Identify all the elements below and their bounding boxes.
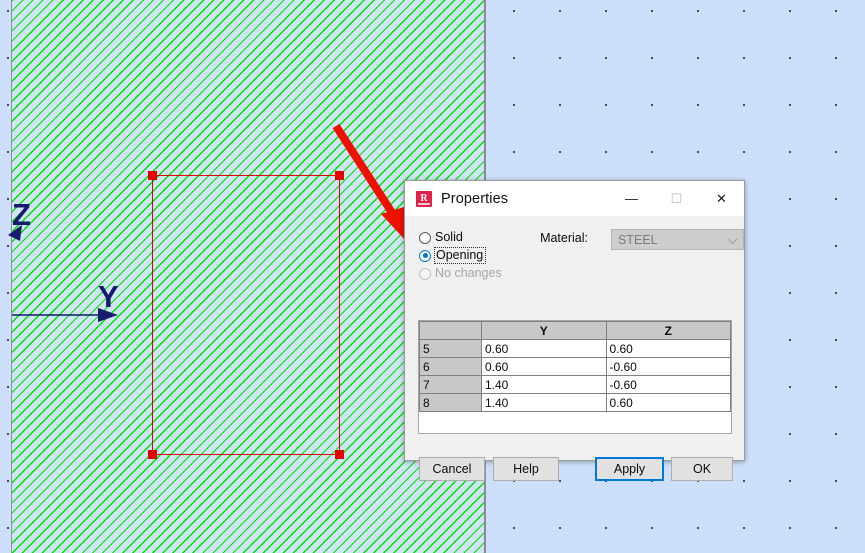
dialog-titlebar[interactable]: R Properties — ☐ ✕ bbox=[405, 181, 744, 217]
ok-button[interactable]: OK bbox=[671, 457, 733, 481]
robot-structural-analysis-icon: R bbox=[416, 190, 432, 207]
handle-top-left[interactable] bbox=[148, 171, 157, 180]
cell-z[interactable]: 0.60 bbox=[605, 339, 731, 358]
material-select: STEEL bbox=[611, 229, 744, 250]
axis-indicator: Z Y bbox=[8, 197, 119, 322]
dialog-body: Solid Opening No changes Material: STEEL bbox=[405, 217, 744, 481]
selected-panel-rectangle[interactable] bbox=[148, 171, 344, 459]
handle-bottom-left[interactable] bbox=[148, 450, 157, 459]
handle-bottom-right[interactable] bbox=[335, 450, 344, 459]
properties-dialog[interactable]: R Properties — ☐ ✕ Solid Opening No chan… bbox=[404, 180, 745, 481]
material-value: STEEL bbox=[618, 232, 658, 247]
minimize-icon[interactable]: — bbox=[609, 181, 654, 216]
radio-no-changes-icon bbox=[419, 267, 431, 280]
options-row: Solid Opening No changes Material: STEEL bbox=[405, 217, 744, 283]
dialog-title: Properties bbox=[441, 190, 509, 207]
table-header-row: Y Z bbox=[419, 321, 731, 340]
table-row[interactable]: 7 1.40 -0.60 bbox=[419, 375, 731, 394]
coordinates-table: Y Z 5 0.60 0.60 6 0.60 -0.60 7 1.40 -0.60 8 1.40 0.… bbox=[419, 321, 731, 412]
cell-y[interactable]: 1.40 bbox=[481, 393, 607, 412]
row-index[interactable]: 8 bbox=[419, 393, 482, 412]
radio-opening-label: Opening bbox=[433, 247, 487, 264]
table-header-z: Z bbox=[605, 321, 731, 340]
table-header-corner bbox=[419, 321, 482, 340]
row-index[interactable]: 7 bbox=[419, 375, 482, 394]
dialog-button-bar: Cancel Help Apply OK bbox=[405, 457, 744, 497]
cell-y[interactable]: 0.60 bbox=[481, 339, 607, 358]
table-row[interactable]: 6 0.60 -0.60 bbox=[419, 357, 731, 376]
radio-solid[interactable]: Solid bbox=[419, 229, 506, 246]
radio-no-changes-label: No changes bbox=[435, 266, 502, 281]
table-body: 5 0.60 0.60 6 0.60 -0.60 7 1.40 -0.60 8 1.40 0.60 bbox=[419, 339, 731, 412]
cell-y[interactable]: 1.40 bbox=[481, 375, 607, 394]
material-row: Material: STEEL bbox=[540, 229, 744, 283]
material-label: Material: bbox=[540, 231, 588, 245]
y-axis-label: Y bbox=[98, 279, 119, 314]
table-row[interactable]: 5 0.60 0.60 bbox=[419, 339, 731, 358]
cancel-button[interactable]: Cancel bbox=[419, 457, 485, 481]
close-icon[interactable]: ✕ bbox=[699, 181, 744, 216]
radio-opening-icon[interactable] bbox=[419, 249, 431, 262]
maximize-icon: ☐ bbox=[670, 190, 683, 206]
window-controls: — ☐ ✕ bbox=[609, 181, 744, 216]
radio-no-changes: No changes bbox=[419, 265, 506, 282]
radio-solid-label: Solid bbox=[435, 230, 463, 245]
table-header-y: Y bbox=[481, 321, 607, 340]
row-index[interactable]: 5 bbox=[419, 339, 482, 358]
cell-z[interactable]: -0.60 bbox=[605, 357, 731, 376]
cell-z[interactable]: -0.60 bbox=[605, 375, 731, 394]
apply-button[interactable]: Apply bbox=[595, 457, 664, 481]
row-index[interactable]: 6 bbox=[419, 357, 482, 376]
type-radio-group: Solid Opening No changes bbox=[419, 229, 506, 283]
cell-y[interactable]: 0.60 bbox=[481, 357, 607, 376]
help-button[interactable]: Help bbox=[493, 457, 559, 481]
coordinates-table-panel[interactable]: Y Z 5 0.60 0.60 6 0.60 -0.60 7 1.40 -0.60 8 1.40 0.… bbox=[418, 320, 732, 434]
cell-z[interactable]: 0.60 bbox=[605, 393, 731, 412]
table-row[interactable]: 8 1.40 0.60 bbox=[419, 393, 731, 412]
chevron-down-icon bbox=[727, 233, 738, 244]
radio-opening[interactable]: Opening bbox=[419, 247, 506, 264]
radio-solid-icon[interactable] bbox=[419, 231, 431, 244]
